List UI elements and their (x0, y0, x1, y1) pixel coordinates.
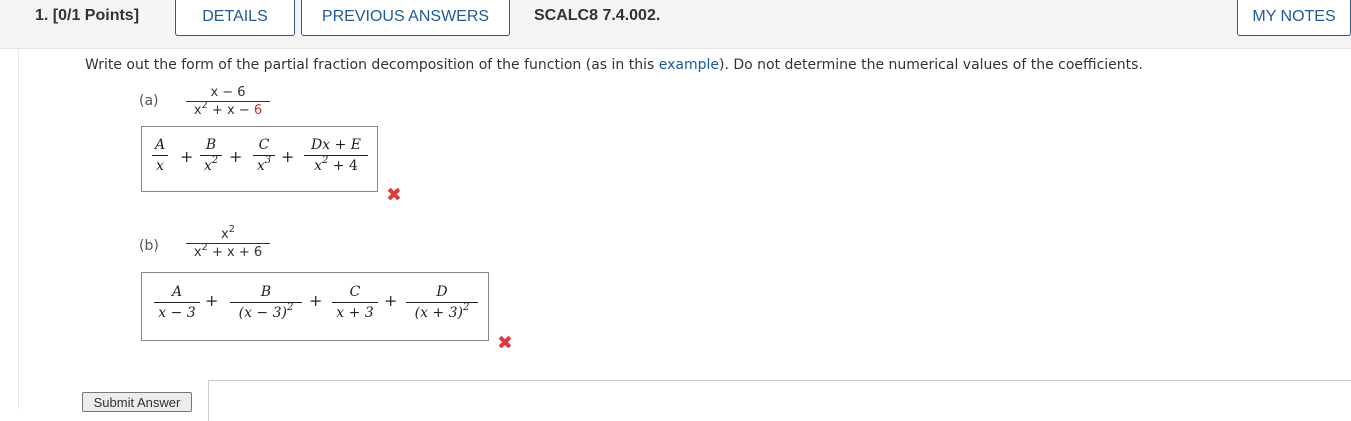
answer-term: Bx2 (200, 138, 222, 174)
part-a-answer-input[interactable]: Ax + Bx2 + Cx3 + Dx + Ex2 + 4 (141, 126, 378, 192)
submit-answer-button[interactable]: Submit Answer (82, 392, 192, 412)
question-points: 1. [0/1 Points] (35, 7, 140, 24)
footer-panel (208, 380, 1351, 421)
details-button[interactable]: DETAILS (175, 0, 295, 36)
incorrect-x-icon: ✖ (497, 332, 513, 354)
fraction-bar (186, 101, 270, 102)
plus-sign: + (309, 291, 323, 310)
part-a-function: x − 6 x2 + x − 6 (186, 86, 270, 118)
answer-term: Ax − 3 (154, 285, 200, 321)
part-a-label: (a) (139, 93, 159, 109)
example-link[interactable]: example (659, 57, 719, 73)
plus-sign: + (180, 147, 194, 166)
instructions-text: Write out the form of the partial fracti… (85, 57, 1143, 73)
part-a-numerator: x − 6 (210, 85, 246, 100)
answer-term: Ax (152, 138, 168, 174)
part-b-denominator: x2 + x + 6 (193, 241, 263, 260)
answer-term: B (x − 3)2 (230, 285, 302, 321)
plus-sign: + (205, 291, 219, 310)
answer-term: Dx + Ex2 + 4 (304, 138, 368, 174)
part-a-denominator: x2 + x − 6 (193, 99, 263, 118)
plus-sign: + (281, 147, 295, 166)
instructions-end: ). Do not determine the numerical values… (719, 57, 1143, 73)
instructions-start: Write out the form of the partial fracti… (85, 57, 659, 73)
answer-term: Cx + 3 (332, 285, 378, 321)
incorrect-x-icon: ✖ (386, 184, 402, 206)
fraction-bar (186, 243, 270, 244)
question-header: 1. [0/1 Points] DETAILS PREVIOUS ANSWERS… (0, 0, 1351, 49)
previous-answers-button[interactable]: PREVIOUS ANSWERS (301, 0, 510, 36)
question-code: SCALC8 7.4.002. (534, 7, 661, 24)
answer-term: Cx3 (253, 138, 275, 174)
my-notes-button[interactable]: MY NOTES (1237, 0, 1351, 36)
answer-term: D (x + 3)2 (406, 285, 478, 321)
part-b-label: (b) (139, 238, 159, 254)
part-b-numerator: x2 (220, 223, 236, 242)
part-b-function: x2 x2 + x + 6 (186, 223, 270, 260)
plus-sign: + (384, 291, 398, 310)
plus-sign: + (229, 147, 243, 166)
part-b-answer-input[interactable]: Ax − 3 + B (x − 3)2 + Cx + 3 + D (x + 3)2 (141, 272, 489, 341)
